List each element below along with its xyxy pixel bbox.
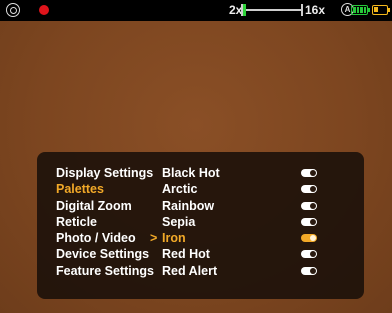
battery-cell <box>356 7 359 13</box>
menu-item-digital-zoom[interactable]: Digital Zoom <box>56 198 154 214</box>
toggle-knob <box>310 235 316 242</box>
zoom-track-line <box>241 9 303 11</box>
status-bar: 2x 16x A <box>0 0 392 21</box>
toggle-knob <box>310 202 316 209</box>
viewfinder-screen: 2x 16x A Display Settings Palettes Digital… <box>0 0 392 313</box>
toggle-knob <box>310 218 316 225</box>
palette-enable-toggle[interactable] <box>301 185 317 194</box>
palette-enable-toggle[interactable] <box>301 201 317 210</box>
menu-item-reticle[interactable]: Reticle <box>56 214 154 230</box>
palette-option-label: Red Alert <box>162 263 218 278</box>
palette-enable-toggle[interactable] <box>301 250 317 259</box>
zoom-max-label: 16x <box>305 3 326 17</box>
battery-low-icon <box>372 5 390 15</box>
menu-item-photo-video[interactable]: Photo / Video <box>56 230 154 246</box>
battery-cell <box>374 7 378 12</box>
palette-option-sepia[interactable]: Sepia <box>162 214 220 230</box>
zoom-slider <box>241 4 303 16</box>
palette-options-list: Black Hot Arctic Rainbow Sepia > Iron Red Hot R… <box>150 165 220 279</box>
toggle-knob <box>310 251 316 258</box>
zoom-level-indicator <box>243 4 246 16</box>
palette-option-red-alert[interactable]: Red Alert <box>162 263 220 279</box>
toggle-knob <box>310 267 316 274</box>
palette-option-label: Iron <box>162 231 186 246</box>
menu-list: Display Settings Palettes Digital Zoom Reti… <box>56 165 154 279</box>
menu-item-palettes[interactable]: Palettes <box>56 181 154 197</box>
battery-cell <box>353 7 356 13</box>
menu-item-display-settings[interactable]: Display Settings <box>56 165 154 181</box>
palette-enable-toggle[interactable] <box>301 234 317 243</box>
palette-option-rainbow[interactable]: Rainbow <box>162 198 220 214</box>
palette-option-red-hot[interactable]: Red Hot <box>162 246 220 262</box>
palette-option-arctic[interactable]: Arctic <box>162 181 220 197</box>
selection-arrow-icon: > <box>150 231 158 246</box>
toggle-knob <box>310 170 316 176</box>
palette-option-black-hot[interactable]: Black Hot <box>162 165 220 181</box>
battery-cell <box>363 7 366 13</box>
palette-enable-toggle[interactable] <box>301 266 317 275</box>
battery-icon <box>351 5 370 15</box>
device-logo-icon <box>6 3 20 17</box>
palette-option-label: Sepia <box>162 214 196 229</box>
settings-menu-panel: Display Settings Palettes Digital Zoom Reti… <box>37 152 364 299</box>
palette-option-label: Red Hot <box>162 247 210 262</box>
palette-enable-toggle[interactable] <box>301 217 317 226</box>
palette-option-label: Rainbow <box>162 198 215 213</box>
palette-option-label: Black Hot <box>162 166 220 180</box>
palette-option-iron[interactable]: > Iron <box>150 230 220 246</box>
palette-enable-toggle[interactable] <box>301 169 317 177</box>
battery-cell <box>360 7 363 13</box>
menu-item-feature-settings[interactable]: Feature Settings <box>56 263 154 279</box>
toggle-knob <box>310 186 316 193</box>
palette-option-label: Arctic <box>162 182 198 197</box>
record-dot-icon <box>39 5 49 15</box>
zoom-track-end <box>301 4 303 16</box>
menu-item-device-settings[interactable]: Device Settings <box>56 246 154 262</box>
